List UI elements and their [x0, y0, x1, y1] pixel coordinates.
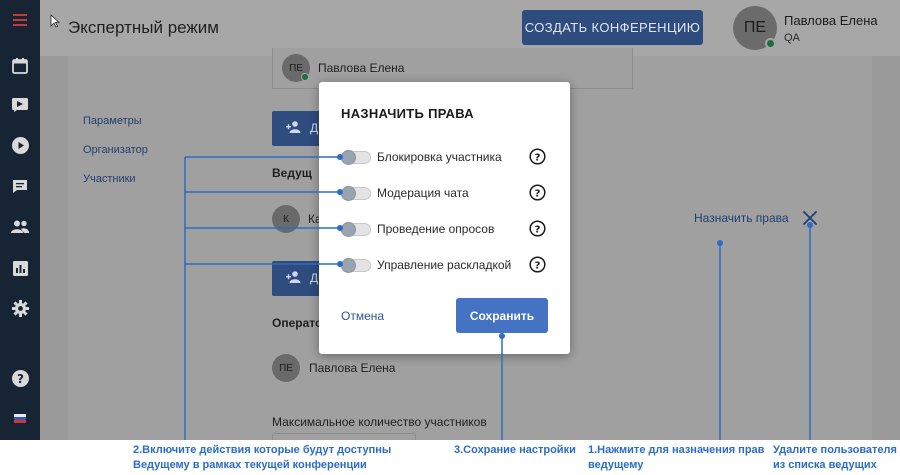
callout-remove-host: Удалите пользователя из списка ведущих	[773, 443, 897, 473]
hosts-heading: Ведущ	[272, 166, 312, 180]
add-user-icon	[286, 271, 301, 283]
add-operator-label: Д	[310, 271, 319, 285]
permission-label: Управление раскладкой	[377, 258, 512, 272]
help-icon[interactable]: ?	[0, 364, 40, 392]
permission-toggle[interactable]	[341, 222, 371, 237]
callout-line: 2.Включите действия которые будут доступ…	[133, 444, 392, 456]
cancel-button[interactable]: Отмена	[341, 309, 384, 323]
permission-row: Проведение опросов ?	[341, 220, 553, 240]
permission-row: Блокировка участника ?	[341, 148, 553, 168]
chat-icon[interactable]	[0, 172, 40, 200]
toggle-knob	[341, 258, 356, 273]
svg-text:?: ?	[535, 188, 541, 199]
settings-nav-participants[interactable]: Участники	[83, 173, 136, 185]
video-camera-icon[interactable]	[0, 91, 40, 119]
calendar-icon[interactable]	[0, 52, 40, 80]
online-status-dot	[301, 73, 309, 81]
participant-name: Павлова Елена	[318, 61, 405, 75]
callout-enable-actions: 2.Включите действия которые будут доступ…	[133, 443, 391, 473]
toggle-knob	[341, 186, 356, 201]
permission-label: Проведение опросов	[377, 222, 495, 236]
max-participants-input[interactable]	[272, 433, 416, 440]
callout-line: ведущему	[588, 459, 644, 471]
user-name: Павлова Елена	[784, 13, 878, 28]
menu-icon[interactable]	[0, 6, 40, 34]
svg-text:?: ?	[535, 152, 541, 163]
settings-nav-parameters[interactable]: Параметры	[83, 115, 142, 127]
assign-rights-dialog: НАЗНАЧИТЬ ПРАВА Блокировка участника ? М…	[319, 82, 570, 354]
online-status-dot	[765, 38, 776, 49]
chart-icon[interactable]	[0, 254, 40, 282]
close-icon[interactable]	[803, 211, 817, 225]
play-icon[interactable]	[0, 131, 40, 159]
add-user-icon	[286, 121, 301, 133]
save-button[interactable]: Сохранить	[456, 298, 548, 333]
page-title: Экспертный режим	[68, 18, 219, 37]
people-icon[interactable]	[0, 212, 40, 240]
max-participants-label: Максимальное количество участников	[272, 415, 487, 429]
help-icon[interactable]: ?	[529, 148, 546, 165]
help-icon[interactable]: ?	[529, 256, 546, 273]
language-flag-icon[interactable]	[0, 404, 40, 432]
callout-line: Удалите пользователя	[773, 444, 897, 456]
app-window: ? Экспертный режим СОЗДАТЬ КОНФЕРЕНЦИЮ П…	[0, 0, 900, 440]
dialog-title: НАЗНАЧИТЬ ПРАВА	[341, 106, 474, 121]
operator-name: Павлова Елена	[309, 361, 396, 375]
callout-line: Ведущему в рамках текущей конференции	[133, 459, 367, 471]
toggle-knob	[341, 222, 356, 237]
avatar: ПЕ	[272, 354, 300, 382]
permission-label: Модерация чата	[377, 186, 469, 200]
help-icon[interactable]: ?	[529, 220, 546, 237]
avatar: К	[272, 205, 300, 233]
sidebar: ?	[0, 0, 40, 440]
callout-assign-rights: 1.Нажмите для назначения прав ведущему	[588, 443, 764, 473]
permission-toggle[interactable]	[341, 150, 371, 165]
callout-line: 3.Сохрание настройки	[454, 444, 576, 456]
add-host-label: Д	[310, 121, 319, 135]
user-role: QA	[784, 32, 800, 44]
operators-heading: Операто	[272, 316, 323, 330]
svg-text:?: ?	[535, 260, 541, 271]
help-icon[interactable]: ?	[529, 184, 546, 201]
create-conference-button[interactable]: СОЗДАТЬ КОНФЕРЕНЦИЮ	[522, 10, 703, 45]
permission-toggle[interactable]	[341, 258, 371, 273]
gear-icon[interactable]	[0, 294, 40, 322]
permission-toggle[interactable]	[341, 186, 371, 201]
svg-text:?: ?	[535, 224, 541, 235]
permission-label: Блокировка участника	[377, 150, 502, 164]
assign-rights-link[interactable]: Назначить права	[694, 211, 789, 225]
svg-text:?: ?	[17, 372, 24, 386]
toggle-knob	[341, 150, 356, 165]
mouse-cursor-icon	[50, 14, 60, 28]
callout-save-settings: 3.Сохрание настройки	[454, 443, 576, 458]
callout-line: из списка ведущих	[773, 459, 877, 471]
permission-row: Управление раскладкой ?	[341, 256, 553, 276]
settings-nav-organizer[interactable]: Организатор	[83, 144, 148, 156]
callout-line: 1.Нажмите для назначения прав	[588, 444, 765, 456]
permission-row: Модерация чата ?	[341, 184, 553, 204]
